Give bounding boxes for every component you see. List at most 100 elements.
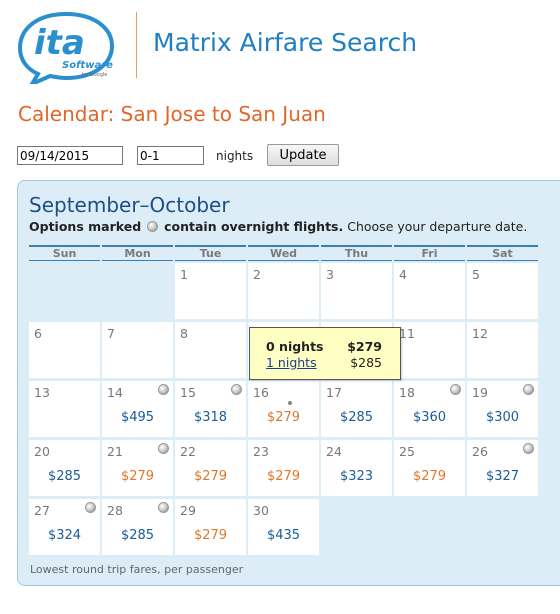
month-heading: September–October [29,193,230,217]
day-number: 11 [399,326,415,341]
fare-price-link[interactable]: $318 [175,410,246,425]
calendar-day-cell[interactable]: 15 $318 [175,381,246,437]
ita-software-logo: ita Software by Google [17,11,115,84]
fare-price-link[interactable]: $279 [248,469,319,484]
calendar-day-cell: 13 [29,381,100,437]
nights-label: nights [216,149,254,163]
fare-price-link[interactable]: $279 [175,528,246,543]
overnight-moon-icon [523,384,534,395]
selected-dot-icon [288,401,292,405]
overnight-moon-icon [85,502,96,513]
fare-price-link[interactable]: $285 [29,469,100,484]
logo-byline-text: by Google [82,72,107,78]
calendar-day-cell[interactable]: 29 $279 [175,499,246,555]
logo-brand-text: ita [34,23,85,63]
calendar-day-cell: 5 [467,263,538,319]
fare-price-link[interactable]: $323 [321,469,392,484]
calendar-day-cell[interactable]: 25 $279 [394,440,465,496]
overnight-moon-icon [158,384,169,395]
day-number: 23 [253,444,269,459]
fare-price-link[interactable]: $285 [102,528,173,543]
calendar-day-cell[interactable]: 19 $300 [467,381,538,437]
fare-price-link[interactable]: $279 [248,410,319,425]
day-number: 14 [107,385,123,400]
day-number: 25 [399,444,415,459]
calendar-day-cell[interactable]: 18 $360 [394,381,465,437]
calendar-day-cell: 12 [467,322,538,378]
overnight-moon-icon [523,443,534,454]
fare-price-link[interactable]: $435 [248,528,319,543]
overnight-moon-icon [231,384,242,395]
day-number: 16 [253,385,269,400]
tooltip-price: $279 [347,339,382,354]
fare-price-link[interactable]: $279 [175,469,246,484]
fare-price-link[interactable]: $324 [29,528,100,543]
overnight-moon-icon [158,443,169,454]
day-number: 20 [34,444,50,459]
calendar-day-cell[interactable]: 28 $285 [102,499,173,555]
nights-range-input[interactable] [137,146,204,165]
calendar-day-cell: 3 [321,263,392,319]
tooltip-price: $285 [350,355,382,370]
fare-price-link[interactable]: $360 [394,410,465,425]
calendar-day-cell[interactable]: 23 $279 [248,440,319,496]
fare-price-link[interactable]: $285 [321,410,392,425]
note-rest: Choose your departure date. [347,219,528,234]
fare-price-link[interactable]: $279 [102,469,173,484]
calendar-day-cell: 1 [175,263,246,319]
fare-price-link[interactable]: $279 [394,469,465,484]
calendar-day-cell[interactable]: 21 $279 [102,440,173,496]
day-number: 24 [326,444,342,459]
overnight-moon-icon [147,221,159,232]
day-number: 30 [253,503,269,518]
overnight-moon-icon [158,502,169,513]
day-number: 19 [472,385,488,400]
day-number: 26 [472,444,488,459]
fare-tooltip: 0 nights $279 1 nights $285 [249,327,401,380]
calendar-day-cell[interactable]: 30 $435 [248,499,319,555]
fare-footnote: Lowest round trip fares, per passenger [30,563,244,576]
note-bold-2: contain overnight flights. [164,219,344,234]
fare-price-link[interactable]: $495 [102,410,173,425]
calendar-day-cell[interactable]: 24 $323 [321,440,392,496]
day-number: 5 [472,267,480,282]
weekday-wed: Wed [248,245,319,261]
day-number: 15 [180,385,196,400]
day-number: 18 [399,385,415,400]
calendar-day-cell[interactable]: 17 $285 [321,381,392,437]
day-number: 6 [34,326,42,341]
calendar-day-cell: 6 [29,322,100,378]
weekday-thu: Thu [321,245,392,261]
day-number: 29 [180,503,196,518]
calendar-day-cell: 4 [394,263,465,319]
calendar-day-cell: 8 [175,322,246,378]
day-number: 1 [180,267,188,282]
update-button[interactable]: Update [267,144,339,166]
calendar-day-cell[interactable]: 14 $495 [102,381,173,437]
fare-price-link[interactable]: $300 [467,410,538,425]
weekday-mon: Mon [102,245,173,261]
calendar-day-cell[interactable]: 16 $279 [248,381,319,437]
day-number: 21 [107,444,123,459]
calendar-day-cell: 7 [102,322,173,378]
logo-sub-text: Software [62,60,113,71]
day-number: 22 [180,444,196,459]
calendar-day-cell[interactable]: 22 $279 [175,440,246,496]
day-number: 17 [326,385,342,400]
weekday-fri: Fri [394,245,465,261]
day-number: 12 [472,326,488,341]
departure-date-input[interactable] [17,146,123,165]
note-bold-1: Options marked [29,219,142,234]
day-number: 27 [34,503,50,518]
day-number: 28 [107,503,123,518]
calendar-day-cell[interactable]: 26 $327 [467,440,538,496]
page-title: Calendar: San Jose to San Juan [18,102,326,126]
day-number: 13 [34,385,50,400]
weekday-sun: Sun [29,245,100,261]
tooltip-nights-link[interactable]: 1 nights [266,355,317,370]
fare-price-link[interactable]: $327 [467,469,538,484]
calendar-day-cell[interactable]: 20 $285 [29,440,100,496]
tooltip-nights-label: 0 nights [266,339,324,354]
day-number: 2 [253,267,261,282]
calendar-day-cell[interactable]: 27 $324 [29,499,100,555]
